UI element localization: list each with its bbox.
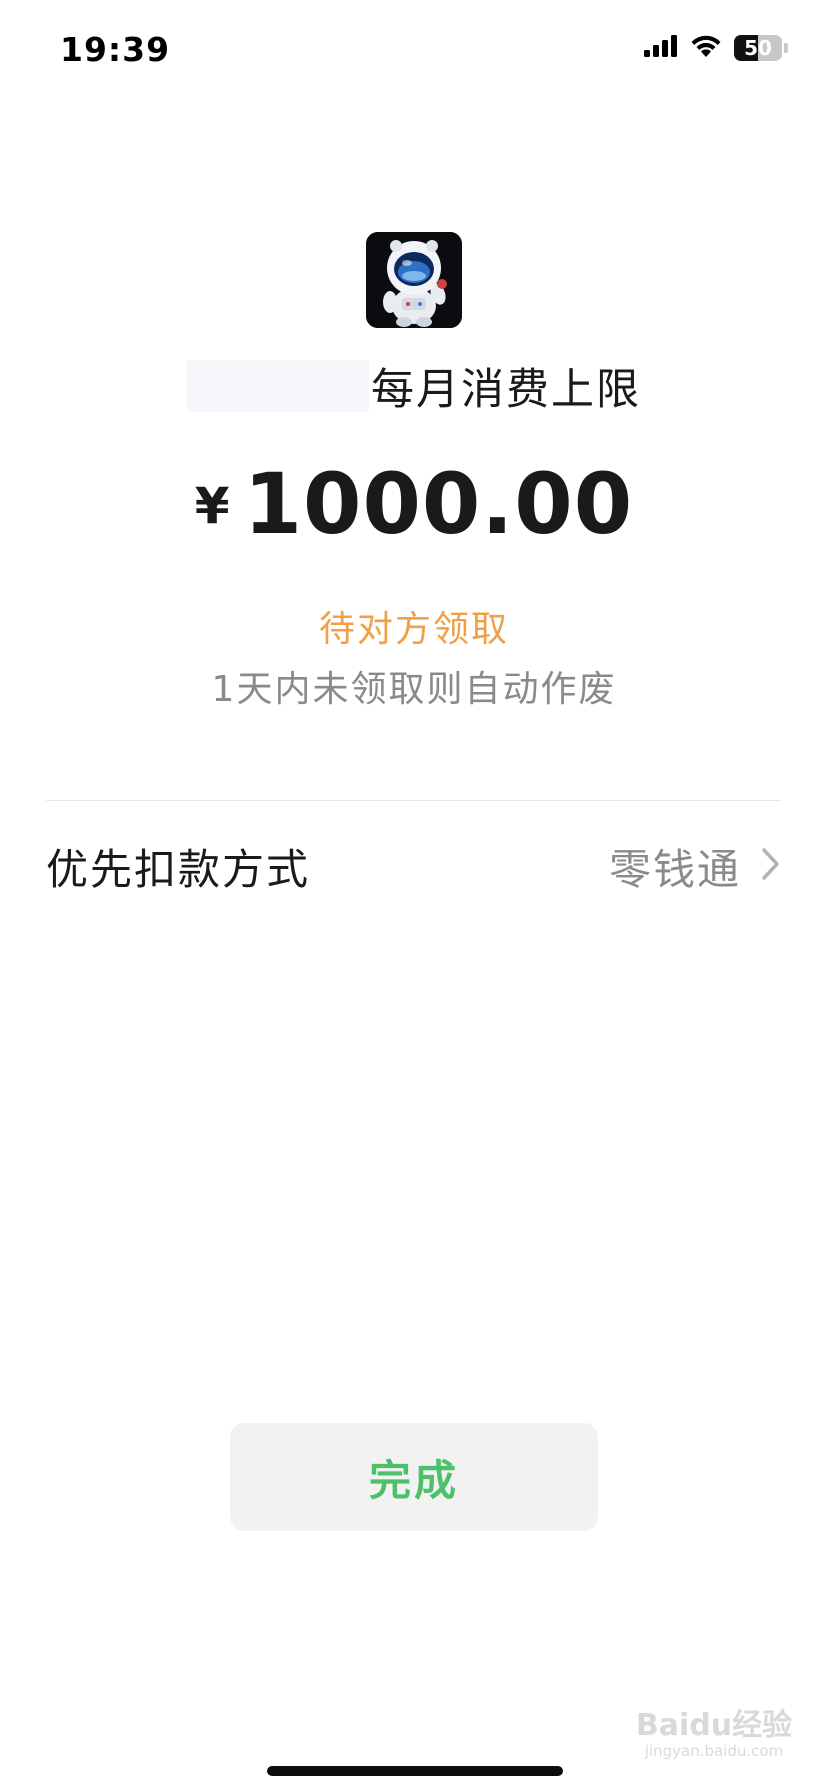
title-row: 每月消费上限 — [0, 355, 828, 417]
currency-symbol: ¥ — [194, 477, 230, 535]
payment-method-selector[interactable]: 零钱通 — [609, 836, 781, 897]
battery-icon: 50 — [734, 35, 782, 61]
amount-row: ¥ 1000.00 — [0, 455, 828, 553]
pending-status: 待对方领取 — [318, 609, 509, 650]
status-bar: 19:39 50 — [0, 0, 828, 100]
expire-note: 1天内未领取则自动作废 — [211, 669, 617, 710]
astronaut-avatar — [366, 232, 462, 328]
status-time: 19:39 — [60, 30, 171, 69]
battery-level: 50 — [744, 36, 772, 60]
chevron-right-icon — [761, 847, 781, 885]
watermark-url: jingyan.baidu.com — [644, 1742, 784, 1760]
divider — [46, 800, 781, 801]
payment-method-value: 零钱通 — [608, 844, 741, 894]
page-title: 每月消费上限 — [371, 365, 641, 415]
wifi-icon — [690, 34, 722, 62]
cellular-signal-icon — [644, 35, 678, 61]
status-icons: 50 — [644, 34, 788, 62]
watermark-brand: Baidu经验 — [635, 1708, 793, 1743]
payment-method-row[interactable]: 优先扣款方式 零钱通 — [46, 806, 781, 926]
baidu-watermark: Baidu经验 jingyan.baidu.com — [634, 1700, 794, 1760]
amount-value: 1000.00 — [243, 455, 634, 553]
payment-method-label: 优先扣款方式 — [46, 844, 311, 894]
home-indicator[interactable] — [267, 1766, 563, 1776]
redacted-name — [187, 360, 369, 412]
battery-cap — [784, 43, 788, 53]
done-button[interactable]: 完成 — [230, 1423, 598, 1531]
